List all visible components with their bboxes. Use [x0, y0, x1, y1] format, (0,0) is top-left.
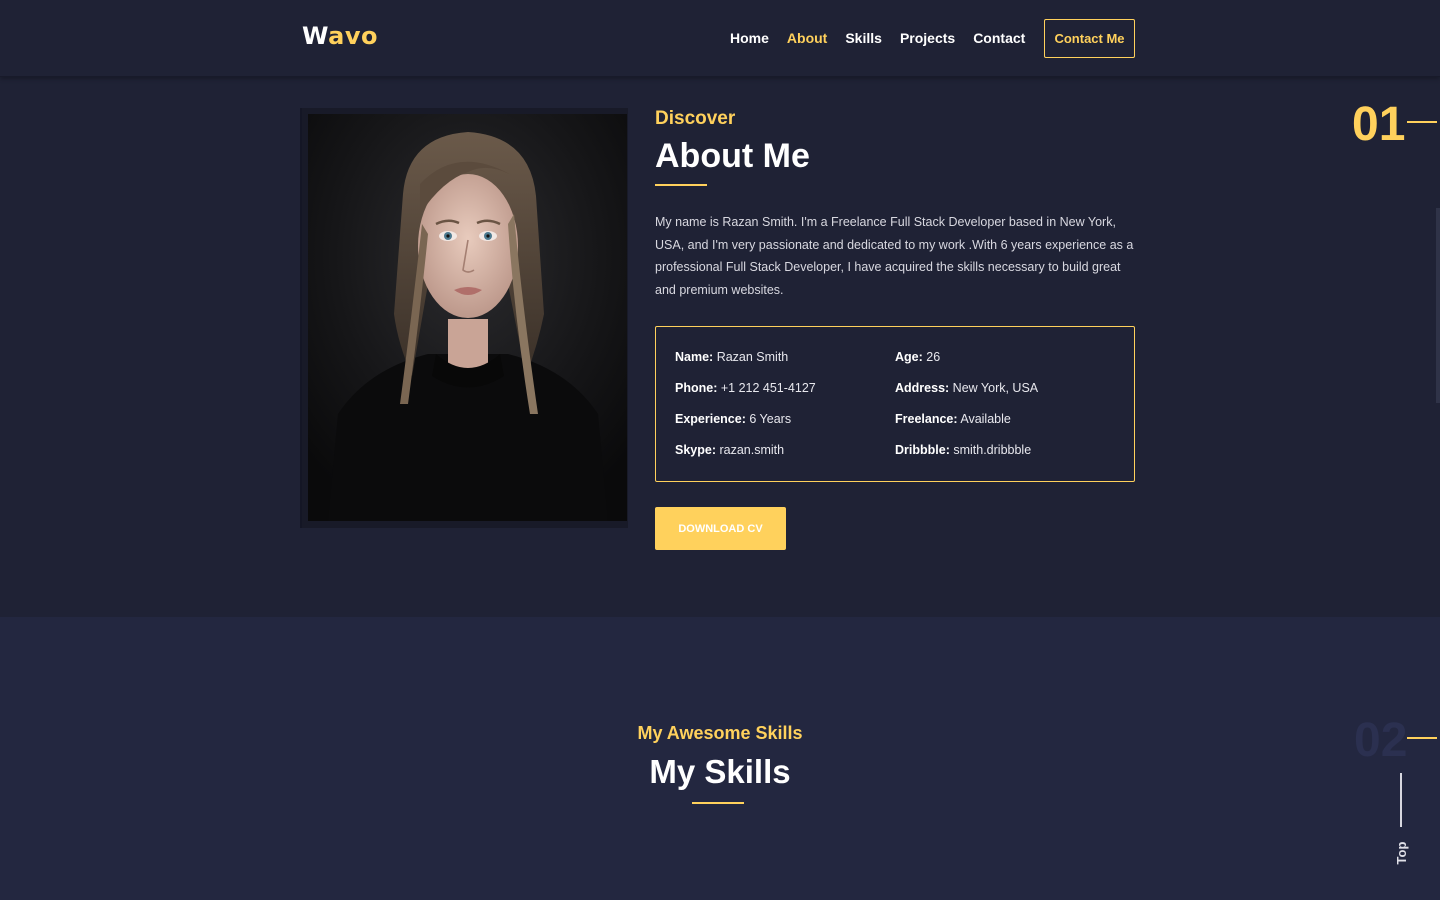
- main-nav: Home About Skills Projects Contact: [730, 30, 1043, 46]
- info-address: Address: New York, USA: [895, 381, 1038, 395]
- info-skype-label: Skype:: [675, 443, 716, 457]
- info-freelance-label: Freelance:: [895, 412, 958, 426]
- nav-projects[interactable]: Projects: [900, 30, 955, 46]
- info-name: Name: Razan Smith: [675, 350, 788, 364]
- about-section: Discover About Me My name is Razan Smith…: [0, 77, 1440, 617]
- info-freelance: Freelance: Available: [895, 412, 1011, 426]
- logo-first-letter: W: [302, 22, 329, 50]
- section-number-01-dash: [1407, 121, 1437, 123]
- info-skype-value: razan.smith: [719, 443, 785, 457]
- info-address-value: New York, USA: [952, 381, 1039, 395]
- scrollbar-thumb[interactable]: [1436, 208, 1440, 403]
- section-number-01: 01: [1352, 98, 1406, 151]
- info-dribbble: Dribbble: smith.dribbble: [895, 443, 1031, 457]
- info-phone: Phone: +1 212 451-4127: [675, 381, 816, 395]
- section-number-02-dash: [1407, 737, 1437, 739]
- info-age: Age: 26: [895, 350, 940, 364]
- portrait-illustration: [308, 114, 627, 521]
- nav-skills[interactable]: Skills: [845, 30, 882, 46]
- contact-me-button[interactable]: Contact Me: [1044, 19, 1135, 58]
- back-to-top-button[interactable]: Top: [1388, 838, 1414, 868]
- info-dribbble-label: Dribbble:: [895, 443, 950, 457]
- about-title: About Me: [655, 137, 810, 175]
- skills-title: My Skills: [649, 753, 791, 790]
- download-cv-button[interactable]: DOWNLOAD CV: [655, 507, 786, 550]
- info-address-label: Address:: [895, 381, 950, 395]
- info-skype: Skype: razan.smith: [675, 443, 784, 457]
- about-bio: My name is Razan Smith. I'm a Freelance …: [655, 215, 1134, 297]
- info-experience-value: 6 Years: [749, 412, 792, 426]
- skills-subtitle: My Awesome Skills: [637, 723, 803, 743]
- info-experience-label: Experience:: [675, 412, 746, 426]
- info-age-label: Age:: [895, 350, 923, 364]
- info-name-label: Name:: [675, 350, 714, 364]
- about-subtitle: Discover: [655, 108, 736, 129]
- personal-info-box: Name: Razan Smith Age: 26 Phone: +1 212 …: [655, 326, 1135, 482]
- info-phone-value: +1 212 451-4127: [720, 381, 816, 395]
- nav-contact[interactable]: Contact: [973, 30, 1025, 46]
- back-to-top-line: [1400, 773, 1402, 827]
- info-freelance-value: Available: [960, 412, 1011, 426]
- nav-home[interactable]: Home: [730, 30, 769, 46]
- skills-title-underline: [692, 802, 744, 804]
- info-age-value: 26: [926, 350, 941, 364]
- info-phone-label: Phone:: [675, 381, 718, 395]
- logo[interactable]: Wavo: [302, 22, 378, 50]
- logo-rest: avo: [328, 22, 378, 50]
- site-header: Wavo Home About Skills Projects Contact …: [0, 0, 1440, 77]
- nav-about[interactable]: About: [787, 30, 827, 46]
- skills-section: My Awesome Skills My Skills: [0, 617, 1440, 900]
- section-number-02: 02: [1354, 714, 1408, 767]
- about-title-underline: [655, 184, 707, 186]
- profile-photo-frame: [302, 108, 628, 528]
- profile-photo: [308, 114, 627, 521]
- info-dribbble-value: smith.dribbble: [953, 443, 1032, 457]
- info-experience: Experience: 6 Years: [675, 412, 791, 426]
- info-name-value: Razan Smith: [716, 350, 789, 364]
